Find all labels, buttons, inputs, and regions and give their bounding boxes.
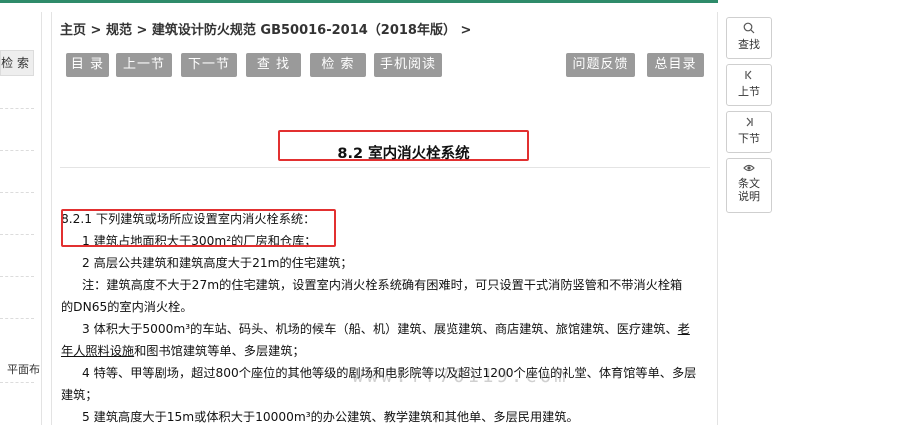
clause-item: 4 特等、甲等剧场，超过800个座位的其他等级的剧场和电影院等以及超过1200个…: [82, 366, 697, 380]
explain-tool-button[interactable]: 条文说明: [726, 158, 772, 213]
mobile-reading-button[interactable]: 手机阅读: [374, 53, 442, 77]
prev-section-icon: [727, 69, 771, 85]
clause-link[interactable]: 年人照料设施: [61, 344, 134, 358]
catalog-button[interactable]: 总目录: [647, 53, 704, 77]
clause-item-continued: 建筑；: [61, 388, 98, 402]
top-accent-bar: [0, 0, 718, 3]
feedback-button[interactable]: 问题反馈: [566, 53, 635, 77]
breadcrumb[interactable]: 主页 > 规范 > 建筑设计防火规范 GB50016-2014（2018年版） …: [60, 19, 471, 38]
left-divider: [0, 234, 34, 235]
clause-item: 3 体积大于5000m³的车站、码头、机场的候车（船、机）建筑、展览建筑、商店建…: [61, 318, 711, 340]
left-sidebar: 检 索 平面布: [0, 12, 42, 425]
next-tool-button[interactable]: 下节: [726, 111, 772, 153]
left-divider: [0, 192, 34, 193]
next-section-button[interactable]: 下一节: [181, 53, 237, 77]
find-button[interactable]: 查 找: [246, 53, 301, 77]
clause-content: 8.2.1 下列建筑或场所应设置室内消火栓系统： 1 建筑占地面积大于300m²…: [61, 208, 711, 428]
retrieve-button[interactable]: 检 索: [310, 53, 366, 77]
left-tree-item[interactable]: 平面布: [0, 361, 40, 377]
clause-note-continued: 的DN65的室内消火栓。: [61, 300, 193, 314]
left-divider: [0, 150, 34, 151]
title-divider: [60, 167, 710, 168]
section-title: 8.2 室内消火栓系统: [337, 146, 470, 162]
left-divider: [0, 382, 34, 383]
find-tool-button[interactable]: 查找: [726, 17, 772, 59]
clause-text: 和图书馆建筑等单、多层建筑；: [134, 344, 305, 358]
left-divider: [0, 318, 34, 319]
clause-item: 2 高层公共建筑和建筑高度大于21m的住宅建筑；: [82, 256, 353, 270]
eye-icon: [727, 163, 771, 177]
clause-item-continued: 年人照料设施和图书馆建筑等单、多层建筑；: [61, 340, 711, 362]
clause-heading: 8.2.1 下列建筑或场所应设置室内消火栓系统：: [61, 212, 316, 226]
clause-item: 1 建筑占地面积大于300m²的厂房和仓库；: [82, 234, 317, 248]
clause-link[interactable]: 老: [678, 322, 690, 336]
next-tool-label: 下节: [738, 132, 760, 145]
prev-section-button[interactable]: 上一节: [116, 53, 172, 77]
toc-button[interactable]: 目 录: [66, 53, 109, 77]
find-tool-label: 查找: [738, 38, 760, 51]
search-icon: [727, 22, 771, 38]
prev-tool-button[interactable]: 上节: [726, 64, 772, 106]
left-search-button[interactable]: 检 索: [0, 50, 34, 76]
main-panel: 主页 > 规范 > 建筑设计防火规范 GB50016-2014（2018年版） …: [51, 12, 718, 425]
explain-tool-label: 条文说明: [738, 177, 760, 203]
left-divider: [0, 276, 34, 277]
prev-tool-label: 上节: [738, 85, 760, 98]
next-section-icon: [727, 116, 771, 132]
clause-text: 3 体积大于5000m³的车站、码头、机场的候车（船、机）建筑、展览建筑、商店建…: [82, 322, 678, 336]
clause-note: 注：建筑高度不大于27m的住宅建筑，设置室内消火栓系统确有困难时，可只设置干式消…: [82, 278, 683, 292]
left-divider: [0, 108, 34, 109]
